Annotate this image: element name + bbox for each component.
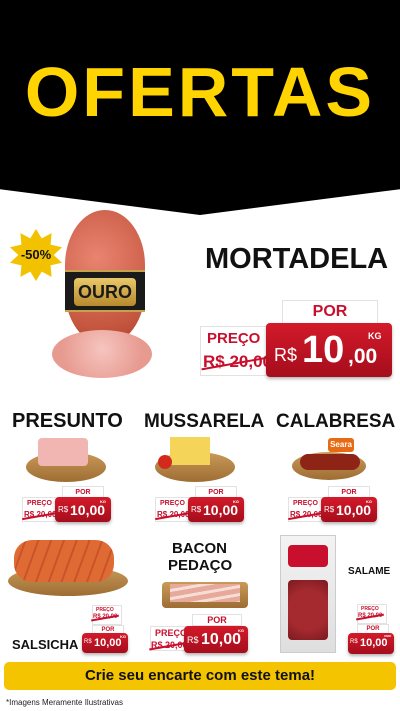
salame-old-price: R$ 20,00 <box>356 613 385 621</box>
salsicha-price-tag: R$ 10,00 KG <box>82 633 128 653</box>
salame-slices-image <box>288 580 328 640</box>
mortadela-slices-image <box>52 330 152 378</box>
featured-preco-label: PREÇO <box>207 330 261 347</box>
bacon-price-tag: R$ 10,00 KG <box>184 626 248 653</box>
bacon-old-price: R$ 20,00 <box>149 640 190 651</box>
featured-product-name: MORTADELA <box>205 243 389 275</box>
salame-brand-logo <box>288 545 328 567</box>
presunto-block-image <box>38 438 88 466</box>
mussarela-title: MUSSARELA <box>144 411 265 432</box>
calabresa-old-price: R$ 20,00 <box>288 510 325 520</box>
tomato-image <box>158 455 172 469</box>
mussarela-price-tag: R$ 10,00 KG <box>188 497 244 522</box>
mussarela-preco-label: PREÇO <box>160 500 185 507</box>
mussarela-old-price: R$ 20,00 <box>155 510 192 520</box>
salsicha-preco-label: PREÇO <box>96 607 114 613</box>
salame-price-tag: R$ 10,00 UNID <box>348 633 394 654</box>
bacon-title-line1: BACON <box>172 540 227 557</box>
create-flyer-button[interactable]: Crie seu encarte com este tema! <box>4 662 396 690</box>
mussarela-image <box>170 437 210 465</box>
featured-por-label: POR <box>282 300 378 324</box>
bacon-slices-image <box>170 584 240 602</box>
bacon-title-line2: PEDAÇO <box>168 557 233 574</box>
salsicha-old-price: R$ 20,00 <box>91 614 120 622</box>
seara-logo: Seara <box>328 438 354 452</box>
salame-preco-label: PREÇO <box>361 606 379 612</box>
bacon-por-label: POR <box>192 614 242 626</box>
salame-title: SALAME <box>348 566 391 577</box>
presunto-preco-label: PREÇO <box>27 500 52 507</box>
brand-logo: OURO <box>74 278 136 306</box>
page-title: OFERTAS <box>24 53 376 131</box>
presunto-old-price: R$ 20,00 <box>22 510 59 520</box>
presunto-title: PRESUNTO <box>12 410 123 432</box>
salsicha-title: SALSICHA <box>12 637 79 652</box>
featured-old-price: R$ 20,00 <box>201 352 274 372</box>
discount-badge: -50% <box>20 247 52 262</box>
featured-price-tag: R$ 10 ,00 KG <box>266 323 392 377</box>
bacon-preco-label: PREÇO <box>155 628 188 638</box>
presunto-price-tag: R$ 10,00 KG <box>55 497 111 522</box>
disclaimer-note: *Imagens Meramente Ilustrativas <box>6 698 123 707</box>
calabresa-title: CALABRESA <box>276 411 396 432</box>
salsicha-image <box>14 540 114 582</box>
calabresa-sausage-image <box>300 454 360 470</box>
calabresa-preco-label: PREÇO <box>293 500 318 507</box>
calabresa-price-tag: R$ 10,00 KG <box>321 497 377 522</box>
